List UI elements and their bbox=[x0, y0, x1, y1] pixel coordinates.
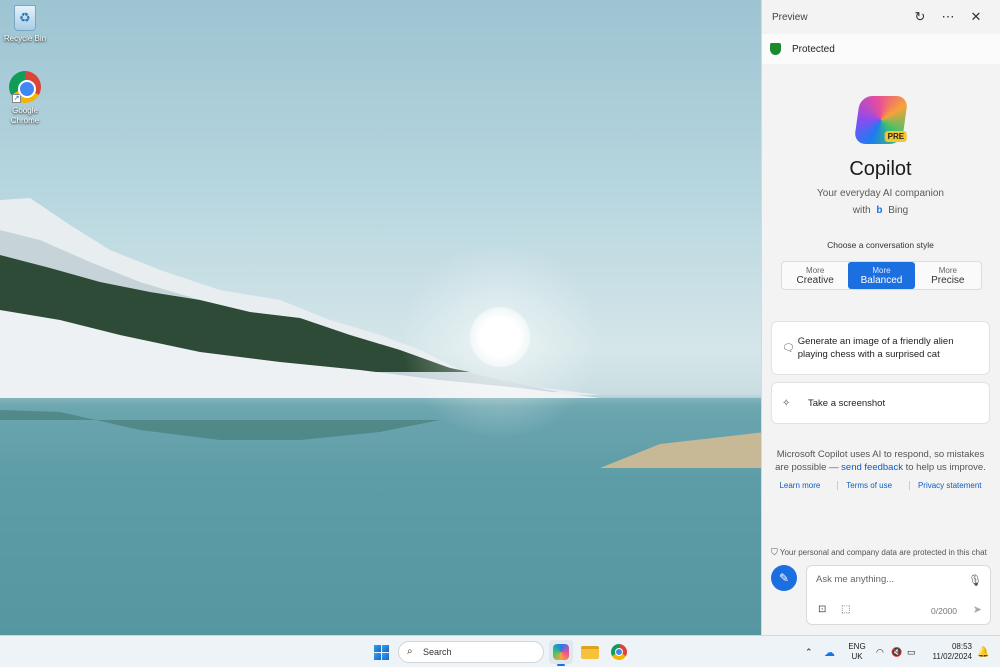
clock-time: 08:53 bbox=[951, 642, 972, 651]
taskbar-search[interactable]: ⌕ Search bbox=[398, 641, 544, 663]
chat-input-box: 🎙 ⊡ ⬚ 0/2000 ➤ bbox=[806, 565, 991, 625]
shield-outline-icon: ⛉ bbox=[771, 547, 778, 557]
preview-badge: PRE bbox=[884, 131, 907, 142]
page-title: Copilot bbox=[849, 158, 912, 180]
suggestion-text: Take a screenshot bbox=[808, 397, 886, 409]
notification-bell-icon[interactable]: 🔔 bbox=[977, 636, 989, 667]
microphone-icon[interactable]: 🎙 bbox=[968, 574, 982, 587]
terms-link[interactable]: Terms of use bbox=[837, 481, 892, 490]
disclaimer-text-end: to help us improve. bbox=[902, 462, 986, 473]
ai-disclaimer: Microsoft Copilot uses AI to respond, so… bbox=[771, 448, 990, 474]
search-icon: ⌕ bbox=[407, 646, 413, 657]
bing-icon: b bbox=[876, 205, 883, 216]
sun bbox=[470, 307, 530, 367]
wifi-icon[interactable]: ◠ bbox=[876, 636, 884, 667]
conversation-style-selector: More Creative More Balanced More Precise bbox=[781, 261, 982, 290]
copilot-logo-icon: PRE bbox=[853, 96, 909, 144]
desktop-icon-recycle-bin[interactable]: Recycle Bin bbox=[0, 5, 55, 44]
clock[interactable]: 08:53 11/02/2024 bbox=[928, 642, 972, 662]
char-counter: 0/2000 bbox=[931, 606, 957, 616]
desktop-icon-label: Recycle Bin bbox=[3, 34, 47, 43]
search-label: Search bbox=[423, 647, 452, 657]
ask-input[interactable] bbox=[816, 574, 966, 585]
screenshot-icon[interactable]: ⬚ bbox=[841, 604, 850, 615]
chrome-icon: ↗ bbox=[9, 71, 41, 103]
shortcut-arrow-icon: ↗ bbox=[12, 94, 21, 103]
volume-muted-icon[interactable]: 🔇 bbox=[891, 636, 902, 667]
lang-top: ENG bbox=[848, 642, 866, 651]
conversation-style-label: Choose a conversation style bbox=[827, 240, 934, 250]
panel-header: Preview ↻ ⋯ ✕ bbox=[762, 0, 1000, 34]
footer-links: Learn more Terms of use Privacy statemen… bbox=[771, 481, 990, 490]
privacy-note: ⛉ Your personal and company data are pro… bbox=[771, 547, 996, 558]
style-precise-button[interactable]: More Precise bbox=[915, 262, 981, 289]
send-feedback-link[interactable]: send feedback bbox=[841, 462, 903, 473]
with-bing: with b Bing bbox=[761, 205, 1000, 216]
privacy-link[interactable]: Privacy statement bbox=[908, 481, 982, 490]
desktop-icon-label: Google Chrome bbox=[10, 106, 40, 125]
more-options-icon[interactable]: ⋯ bbox=[934, 9, 962, 25]
style-big-label: Balanced bbox=[860, 275, 903, 286]
battery-icon[interactable]: ▭ bbox=[907, 636, 916, 667]
image-chat-icon: 🗨 bbox=[782, 342, 795, 354]
panel-title: Preview bbox=[772, 11, 808, 23]
language-indicator[interactable]: ENG UK bbox=[846, 642, 868, 662]
send-icon[interactable]: ➤ bbox=[973, 603, 982, 616]
subtitle: Your everyday AI companion bbox=[817, 188, 944, 199]
learn-more-link[interactable]: Learn more bbox=[779, 481, 820, 490]
desktop-icon-chrome[interactable]: ↗ Google Chrome bbox=[0, 71, 55, 126]
taskbar-chrome-icon[interactable] bbox=[607, 640, 631, 664]
with-label: with bbox=[852, 205, 871, 216]
sparkle-icon: ✧ bbox=[782, 397, 791, 409]
clock-date: 11/02/2024 bbox=[932, 652, 972, 661]
suggestion-card-image[interactable]: 🗨 Generate an image of a friendly alien … bbox=[771, 321, 990, 375]
privacy-note-text: Your personal and company data are prote… bbox=[779, 548, 987, 557]
start-windows-icon[interactable] bbox=[374, 645, 389, 660]
suggestion-text: Generate an image of a friendly alien pl… bbox=[797, 336, 954, 360]
desktop-wallpaper: Recycle Bin ↗ Google Chrome bbox=[0, 0, 761, 635]
recycle-bin-icon bbox=[14, 5, 36, 31]
landscape-illustration bbox=[0, 198, 761, 635]
style-big-label: Precise bbox=[931, 275, 965, 286]
style-creative-button[interactable]: More Creative bbox=[782, 262, 848, 289]
protected-banner: Protected bbox=[762, 34, 1000, 64]
style-big-label: Creative bbox=[796, 275, 834, 286]
lang-bottom: UK bbox=[851, 652, 863, 661]
chevron-up-icon[interactable]: ⌃ bbox=[805, 636, 813, 667]
taskbar: ⌕ Search ⌃ ☁ ENG UK ◠ 🔇 ▭ 08:53 11/02/20… bbox=[0, 635, 1000, 667]
suggestion-card-screenshot[interactable]: ✧ Take a screenshot bbox=[771, 382, 990, 424]
refresh-icon[interactable]: ↻ bbox=[906, 9, 934, 25]
style-balanced-button[interactable]: More Balanced bbox=[848, 262, 915, 289]
shield-icon bbox=[770, 43, 781, 55]
add-image-icon[interactable]: ⊡ bbox=[818, 604, 826, 615]
close-icon[interactable]: ✕ bbox=[962, 9, 990, 25]
protected-label: Protected bbox=[792, 43, 835, 55]
bing-label: Bing bbox=[888, 205, 909, 216]
taskbar-copilot-icon[interactable] bbox=[549, 640, 573, 666]
new-chat-icon: ✎ bbox=[778, 571, 790, 585]
new-topic-button[interactable]: ✎ bbox=[771, 565, 797, 591]
onedrive-cloud-icon[interactable]: ☁ bbox=[824, 636, 835, 667]
taskbar-file-explorer-icon[interactable] bbox=[578, 640, 602, 664]
